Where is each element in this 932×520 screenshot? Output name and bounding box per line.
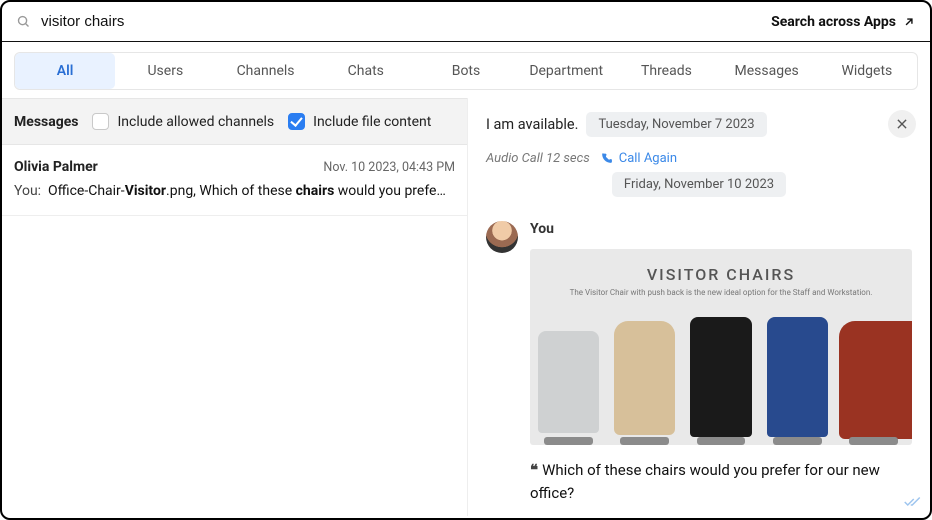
tab-department[interactable]: Department — [516, 53, 616, 89]
tab-all[interactable]: All — [15, 53, 115, 89]
result-timestamp: Nov. 10 2023, 04:43 PM — [323, 160, 455, 175]
include-allowed-channels-checkbox[interactable]: Include allowed channels — [92, 113, 274, 130]
quote-icon: ❝ — [530, 461, 538, 479]
search-across-label: Search across Apps — [771, 14, 896, 30]
message-text: ❝Which of these chairs would you prefer … — [530, 459, 912, 504]
results-pane: Messages Include allowed channels Includ… — [2, 98, 468, 516]
message-block: You VISITOR CHAIRS The Visitor Chair wit… — [486, 221, 912, 504]
delivered-icon — [904, 493, 922, 512]
image-attachment[interactable]: VISITOR CHAIRS The Visitor Chair with pu… — [530, 249, 912, 445]
close-preview-button[interactable] — [888, 110, 916, 138]
search-input[interactable] — [41, 13, 761, 30]
external-icon — [902, 15, 916, 29]
include-file-label: Include file content — [313, 114, 431, 130]
results-header: Messages Include allowed channels Includ… — [2, 98, 467, 145]
search-across-apps-button[interactable]: Search across Apps — [771, 14, 916, 30]
result-contact-name: Olivia Palmer — [14, 159, 98, 175]
result-snippet: You: Office-Chair-Visitor.png, Which of … — [14, 183, 455, 199]
close-icon — [895, 117, 909, 131]
tab-widgets[interactable]: Widgets — [817, 53, 917, 89]
tab-bots[interactable]: Bots — [416, 53, 516, 89]
attachment-subtitle: The Visitor Chair with push back is the … — [530, 288, 912, 297]
search-icon — [16, 14, 31, 29]
checkbox-icon — [288, 113, 305, 130]
tab-chats[interactable]: Chats — [316, 53, 416, 89]
call-again-button[interactable]: Call Again — [600, 151, 677, 166]
checkbox-icon — [92, 113, 109, 130]
tab-messages[interactable]: Messages — [717, 53, 817, 89]
message-text: I am available. — [486, 116, 578, 133]
results-section-label: Messages — [14, 114, 78, 130]
attachment-graphic — [530, 313, 912, 445]
filter-tabs: All Users Channels Chats Bots Department… — [14, 52, 918, 90]
tab-users[interactable]: Users — [115, 53, 215, 89]
phone-icon — [600, 152, 613, 165]
call-log-label: Audio Call 12 secs — [486, 151, 590, 166]
include-allowed-label: Include allowed channels — [117, 114, 274, 130]
call-log-row: Audio Call 12 secs Call Again — [486, 151, 912, 166]
include-file-content-checkbox[interactable]: Include file content — [288, 113, 431, 130]
search-result-row[interactable]: Olivia Palmer Nov. 10 2023, 04:43 PM You… — [2, 145, 467, 216]
search-bar: Search across Apps — [2, 2, 930, 42]
filter-tabs-container: All Users Channels Chats Bots Department… — [2, 42, 930, 98]
avatar — [486, 221, 518, 253]
date-separator: Friday, November 10 2023 — [612, 172, 786, 197]
preview-pane: I am available. Tuesday, November 7 2023… — [468, 98, 930, 516]
attachment-title: VISITOR CHAIRS — [530, 249, 912, 284]
tab-threads[interactable]: Threads — [616, 53, 716, 89]
message-sender: You — [530, 221, 912, 237]
date-separator: Tuesday, November 7 2023 — [586, 112, 766, 137]
tab-channels[interactable]: Channels — [215, 53, 315, 89]
